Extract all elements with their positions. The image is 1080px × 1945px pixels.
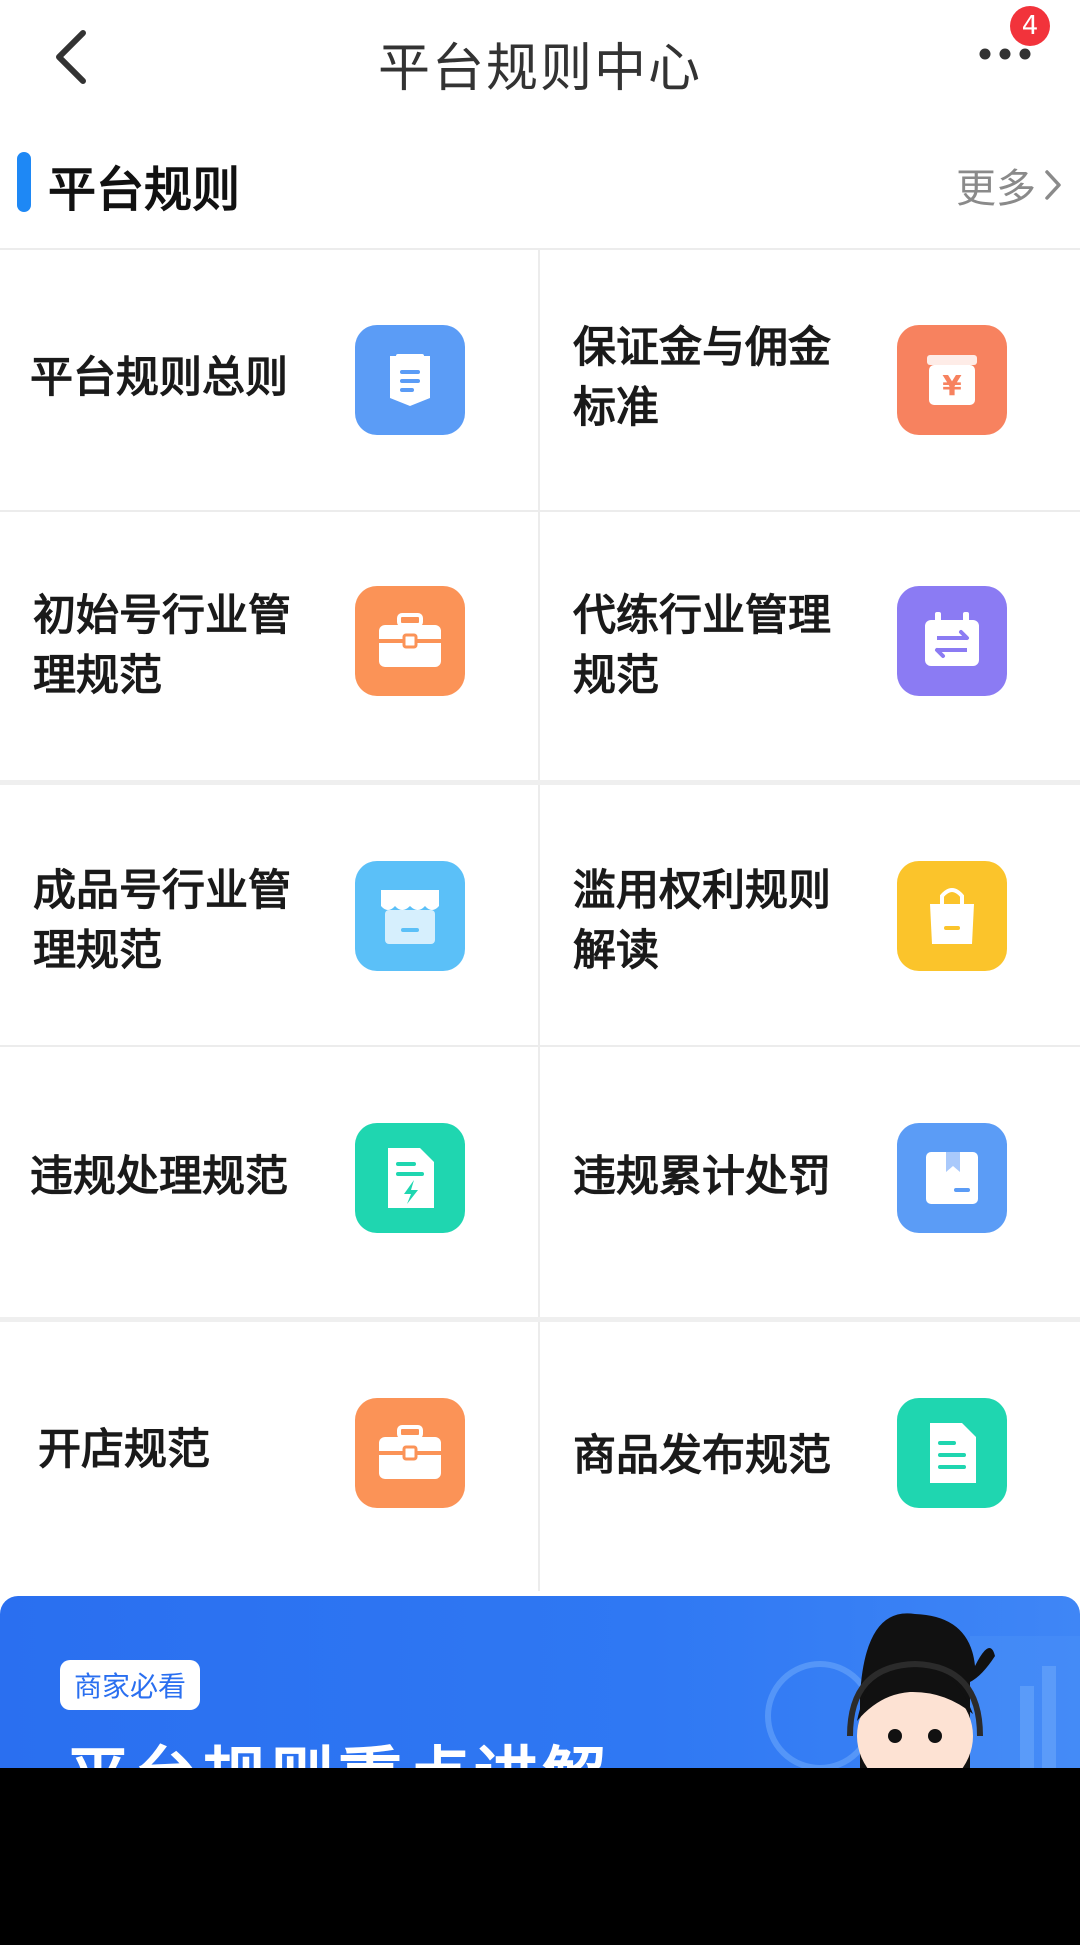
banner-tag: 商家必看 <box>60 1660 201 1710</box>
svg-text:¥: ¥ <box>942 369 962 402</box>
page-title: 平台规则中心 <box>377 39 702 99</box>
rule-card-product-publish[interactable]: 商品发布规范 <box>540 1322 1080 1591</box>
rule-card-label: 保证金与佣金标准 <box>573 323 831 433</box>
rule-card-label: 商品发布规范 <box>573 1431 831 1481</box>
rule-card-label: 滥用权利规则解读 <box>573 866 831 976</box>
store-icon <box>355 861 465 971</box>
chevron-right-icon <box>1045 170 1061 200</box>
grid-row: 成品号行业管理规范 滥用权利规则解读 <box>0 780 1080 1045</box>
grid-row: 平台规则总则 保证金与佣金标准 ¥ <box>0 248 1080 510</box>
shopping-bag-icon <box>897 861 1007 971</box>
briefcase-icon <box>355 586 465 696</box>
rule-card-label: 初始号行业管理规范 <box>33 591 291 701</box>
rule-card-label: 成品号行业管理规范 <box>33 866 291 976</box>
rule-card-label: 平台规则总则 <box>30 353 288 403</box>
rule-card-rights-abuse[interactable]: 滥用权利规则解读 <box>540 785 1080 1045</box>
section-header: 平台规则 更多 <box>0 130 1080 246</box>
section-accent-bar <box>17 152 31 212</box>
rule-card-deposit[interactable]: 保证金与佣金标准 ¥ <box>540 250 1080 510</box>
rule-card-general[interactable]: 平台规则总则 <box>0 250 540 510</box>
rule-card-store-opening[interactable]: 开店规范 <box>0 1322 540 1591</box>
banner-title: 平台规则重点讲解 <box>66 1726 610 1768</box>
grid-row: 初始号行业管理规范 代练行业管理规范 <box>0 510 1080 780</box>
section-title: 平台规则 <box>48 162 241 218</box>
top-bar: 平台规则中心 4 <box>0 0 1080 120</box>
grid-row: 开店规范 商品发布规范 <box>0 1317 1080 1591</box>
rule-card-cumulative-penalty[interactable]: 违规累计处罚 <box>540 1047 1080 1317</box>
briefcase-icon <box>355 1398 465 1508</box>
lightning-file-icon <box>355 1123 465 1233</box>
rule-card-violation-handling[interactable]: 违规处理规范 <box>0 1047 540 1317</box>
rule-card-label: 违规处理规范 <box>30 1152 288 1202</box>
file-icon <box>897 1398 1007 1508</box>
grid-row: 违规处理规范 违规累计处罚 <box>0 1045 1080 1317</box>
bookmark-box-icon <box>897 1123 1007 1233</box>
rule-card-label: 代练行业管理规范 <box>573 591 831 701</box>
notification-badge: 4 <box>1010 6 1050 46</box>
screen: 平台规则中心 4 平台规则 更多 平台规则总则 保证金与佣金标准 ¥ 初始号行业… <box>0 0 1080 1768</box>
more-dots-icon <box>979 48 1031 60</box>
more-link-label: 更多 <box>956 166 1036 212</box>
document-icon <box>355 325 465 435</box>
customer-service-illustration <box>765 1613 1080 1768</box>
exchange-icon <box>897 586 1007 696</box>
rule-card-label: 开店规范 <box>38 1425 210 1475</box>
promo-banner[interactable]: 商家必看 平台规则重点讲解 <box>0 1596 1080 1768</box>
rule-card-label: 违规累计处罚 <box>573 1152 831 1202</box>
more-link[interactable]: 更多 <box>956 156 1062 214</box>
rule-card-initial-account[interactable]: 初始号行业管理规范 <box>0 512 540 780</box>
rule-card-finished-account[interactable]: 成品号行业管理规范 <box>0 785 540 1045</box>
money-box-icon: ¥ <box>897 325 1007 435</box>
rule-card-boosting[interactable]: 代练行业管理规范 <box>540 512 1080 780</box>
rules-grid: 平台规则总则 保证金与佣金标准 ¥ 初始号行业管理规范 代练行业管理规范 成品号… <box>0 248 1080 1591</box>
